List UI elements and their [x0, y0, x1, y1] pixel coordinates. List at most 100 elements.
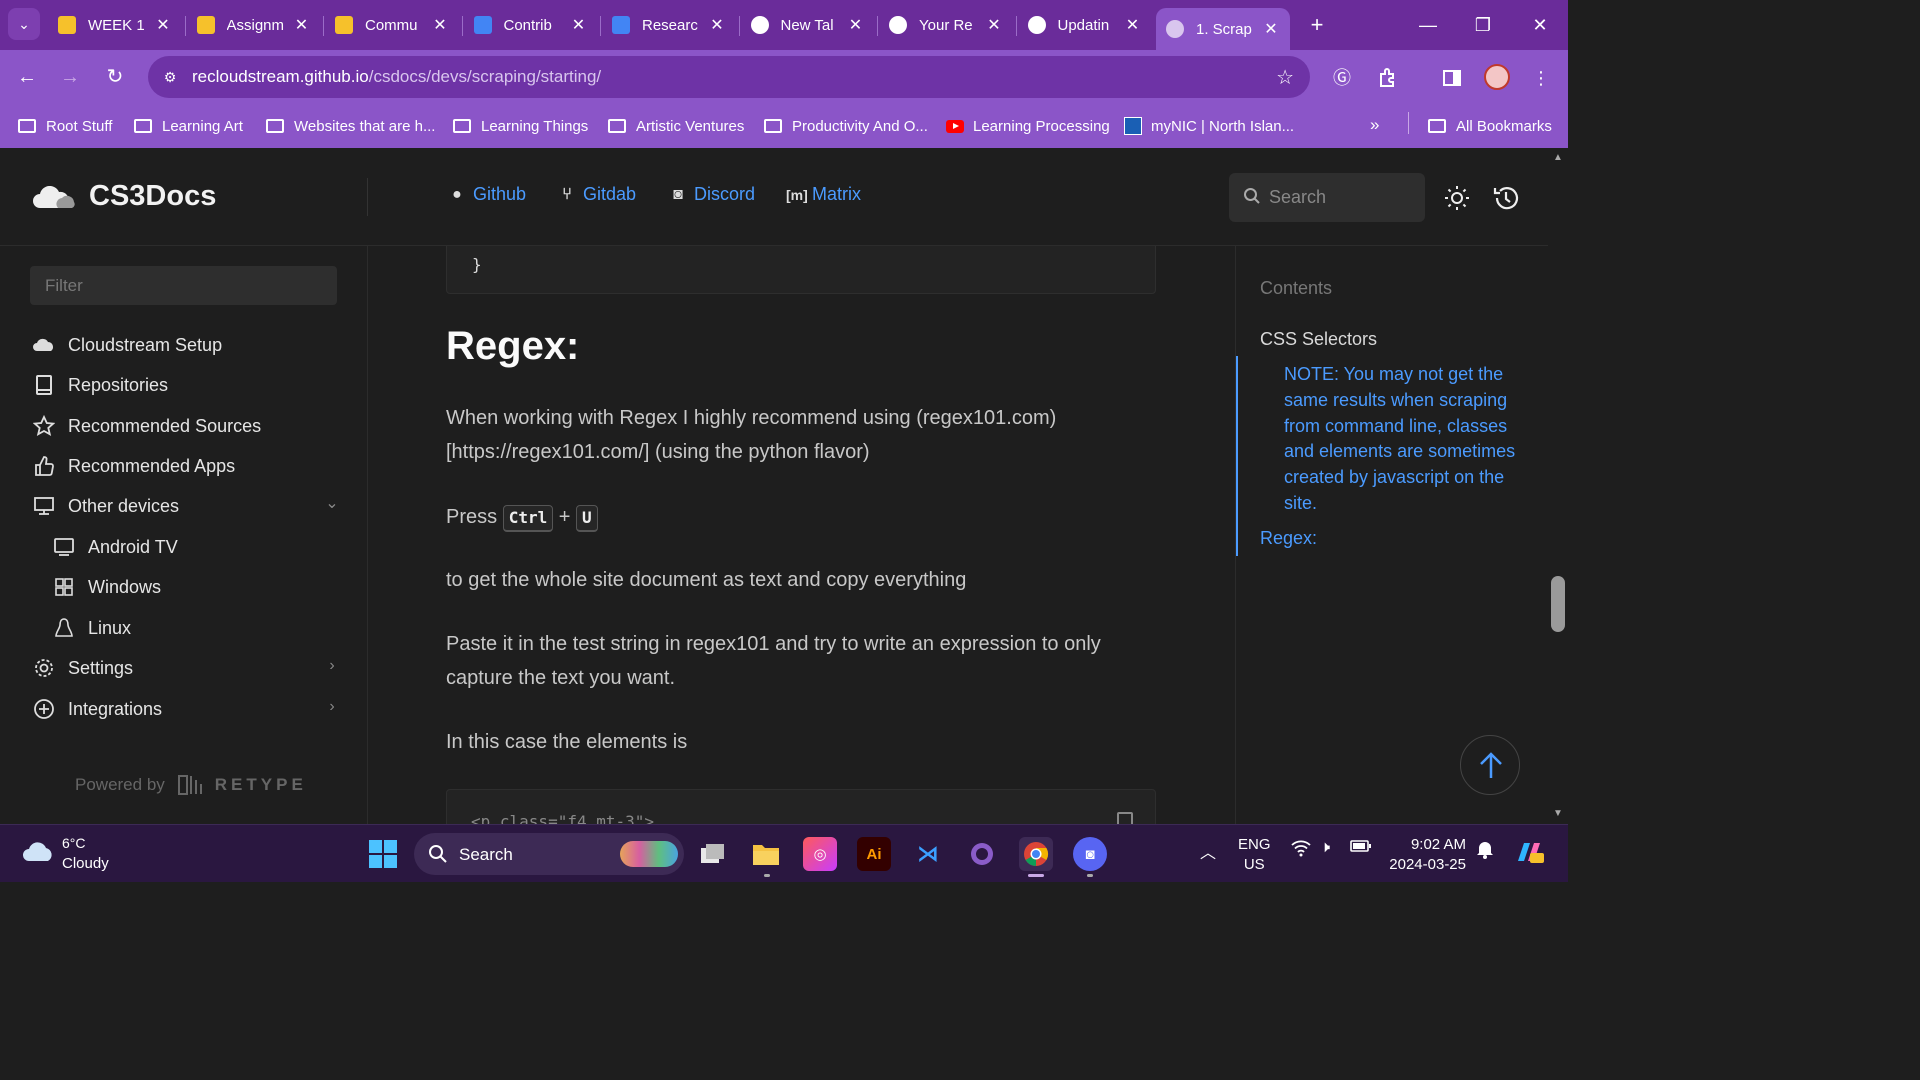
chevron-right-icon[interactable]: › — [324, 699, 340, 715]
tray-overflow-icon[interactable]: ︿ — [1200, 839, 1216, 863]
reload-button[interactable]: ↻ — [100, 62, 130, 92]
scroll-up-icon[interactable]: ▲ — [1553, 152, 1563, 163]
chevron-down-icon[interactable]: ⌄ — [324, 496, 340, 512]
browser-tab[interactable]: Your Re ✕ — [879, 6, 1013, 44]
browser-tab[interactable]: WEEK 1 ✕ — [48, 6, 182, 44]
github-link[interactable]: ● Github — [447, 184, 526, 205]
copy-icon[interactable] — [1117, 812, 1133, 824]
scroll-thumb[interactable] — [1551, 576, 1565, 632]
url-text[interactable]: recloudstream.github.io/csdocs/devs/scra… — [192, 67, 601, 87]
windows-start-icon[interactable] — [368, 839, 398, 869]
site-title[interactable]: CS3Docs — [89, 180, 216, 213]
taskbar-search[interactable]: Search — [414, 833, 684, 875]
new-tab-button[interactable]: + — [1302, 10, 1332, 40]
language-indicator[interactable]: ENG US — [1238, 835, 1271, 875]
bookmark-item[interactable]: Learning Things — [453, 115, 588, 137]
gitdab-link[interactable]: ⑂ Gitdab — [557, 184, 636, 205]
file-explorer-icon[interactable] — [749, 837, 783, 871]
weather-condition[interactable]: Cloudy — [62, 855, 109, 872]
browser-tab[interactable]: Commu ✕ — [325, 6, 459, 44]
weather-temperature[interactable]: 6°C — [62, 835, 86, 851]
bookmark-item[interactable]: Learning Art — [134, 115, 243, 137]
sidebar-item-settings[interactable]: Settings › — [30, 654, 340, 682]
powered-by-retype[interactable]: Powered by RETYPE — [75, 772, 307, 798]
scroll-down-icon[interactable]: ▼ — [1553, 808, 1563, 819]
bookmark-item[interactable]: Productivity And O... — [764, 115, 928, 137]
close-tab-icon[interactable]: ✕ — [293, 15, 311, 35]
task-view-icon[interactable] — [696, 837, 730, 871]
profile-avatar[interactable] — [1484, 64, 1510, 90]
bookmark-item[interactable]: myNIC | North Islan... — [1124, 115, 1294, 137]
restore-button[interactable]: ❐ — [1463, 10, 1503, 40]
close-tab-icon[interactable]: ✕ — [431, 15, 449, 35]
back-to-top-button[interactable] — [1460, 735, 1520, 795]
site-info-icon[interactable]: ⚙ — [160, 67, 180, 87]
chevron-right-icon[interactable]: › — [324, 658, 340, 674]
close-tab-icon[interactable]: ✕ — [708, 15, 726, 35]
illustrator-icon[interactable]: Ai — [857, 837, 891, 871]
more-bookmarks-icon[interactable]: » — [1370, 115, 1379, 135]
github-desktop-icon[interactable] — [965, 837, 999, 871]
cloudy-weather-icon[interactable] — [22, 841, 54, 863]
close-tab-icon[interactable]: ✕ — [985, 15, 1003, 35]
address-bar[interactable]: ⚙ recloudstream.github.io/csdocs/devs/sc… — [148, 56, 1310, 98]
sidebar-item-linux[interactable]: Linux — [50, 614, 340, 642]
sidebar-item-integrations[interactable]: Integrations › — [30, 695, 340, 723]
bookmark-item[interactable]: Artistic Ventures — [608, 115, 744, 137]
close-tab-icon[interactable]: ✕ — [1124, 15, 1142, 35]
copilot-icon[interactable] — [1514, 839, 1544, 870]
discord-app-icon[interactable]: ◙ — [1073, 837, 1107, 871]
system-clock[interactable]: 9:02 AM 2024-03-25 — [1388, 835, 1466, 875]
cloud-logo-icon[interactable] — [32, 186, 76, 210]
forward-button[interactable]: → — [55, 62, 85, 92]
close-tab-icon[interactable]: ✕ — [847, 15, 865, 35]
close-tab-icon[interactable]: ✕ — [1262, 19, 1280, 39]
vscode-icon[interactable]: ⋊ — [911, 837, 945, 871]
minimize-button[interactable]: — — [1408, 10, 1448, 40]
sidebar-item-android-tv[interactable]: Android TV — [50, 533, 340, 561]
extensions-puzzle-icon[interactable] — [1374, 64, 1402, 92]
side-panel-icon[interactable] — [1438, 64, 1466, 92]
all-bookmarks-button[interactable]: All Bookmarks — [1428, 115, 1552, 137]
paragraph-regex-intro: When working with Regex I highly recomme… — [446, 407, 1057, 463]
sidebar-item-other-devices[interactable]: Other devices ⌄ — [30, 492, 340, 520]
volume-muted-icon[interactable]: 🕨 — [1320, 839, 1330, 857]
browser-tab[interactable]: Contrib ✕ — [464, 6, 598, 44]
battery-icon[interactable] — [1350, 839, 1372, 858]
notifications-bell-icon[interactable] — [1476, 839, 1494, 864]
close-tab-icon[interactable]: ✕ — [154, 15, 172, 35]
sidebar-filter-input[interactable]: Filter — [30, 266, 337, 305]
sidebar-item-recommended-apps[interactable]: Recommended Apps — [30, 452, 340, 480]
close-tab-icon[interactable]: ✕ — [570, 15, 588, 35]
tab-search-button[interactable]: ⌄ — [8, 8, 40, 40]
history-icon[interactable] — [1492, 184, 1520, 212]
bookmark-item[interactable]: Websites that are h... — [266, 115, 435, 137]
toc-item-note[interactable]: NOTE: You may not get the same results w… — [1284, 362, 1534, 517]
wifi-icon[interactable] — [1290, 839, 1312, 862]
browser-tab[interactable]: 1. Scrap ✕ — [1156, 8, 1290, 50]
browser-tab[interactable]: New Tal ✕ — [741, 6, 875, 44]
sidebar-item-repositories[interactable]: Repositories — [30, 371, 340, 399]
grammarly-extension-icon[interactable]: Ⓖ — [1328, 64, 1356, 92]
bookmark-item[interactable]: Learning Processing — [946, 115, 1110, 137]
theme-toggle-sun-icon[interactable] — [1443, 184, 1471, 212]
browser-tab[interactable]: Updatin ✕ — [1018, 6, 1152, 44]
browser-tab[interactable]: Assignm ✕ — [187, 6, 321, 44]
page-scrollbar[interactable]: ▲ ▼ — [1548, 148, 1568, 824]
close-window-button[interactable]: ✕ — [1520, 10, 1560, 40]
sidebar-item-recommended-sources[interactable]: Recommended Sources — [30, 412, 340, 440]
back-button[interactable]: ← — [12, 62, 42, 92]
sidebar-item-cloudstream-setup[interactable]: Cloudstream Setup — [30, 331, 340, 359]
site-search-input[interactable]: Search — [1229, 173, 1425, 222]
browser-tab[interactable]: Researc ✕ — [602, 6, 736, 44]
bookmark-star-icon[interactable]: ☆ — [1276, 65, 1294, 90]
discord-link[interactable]: ◙ Discord — [668, 184, 755, 205]
toc-item-css-selectors[interactable]: CSS Selectors — [1260, 329, 1377, 350]
toc-item-regex[interactable]: Regex: — [1260, 528, 1317, 549]
chrome-icon[interactable] — [1019, 837, 1053, 871]
browser-menu-icon[interactable]: ⋮ — [1527, 64, 1555, 92]
sidebar-item-windows[interactable]: Windows — [50, 573, 340, 601]
bookmark-item[interactable]: Root Stuff — [18, 115, 112, 137]
matrix-link[interactable]: [m] Matrix — [786, 184, 861, 205]
creative-cloud-icon[interactable]: ◎ — [803, 837, 837, 871]
